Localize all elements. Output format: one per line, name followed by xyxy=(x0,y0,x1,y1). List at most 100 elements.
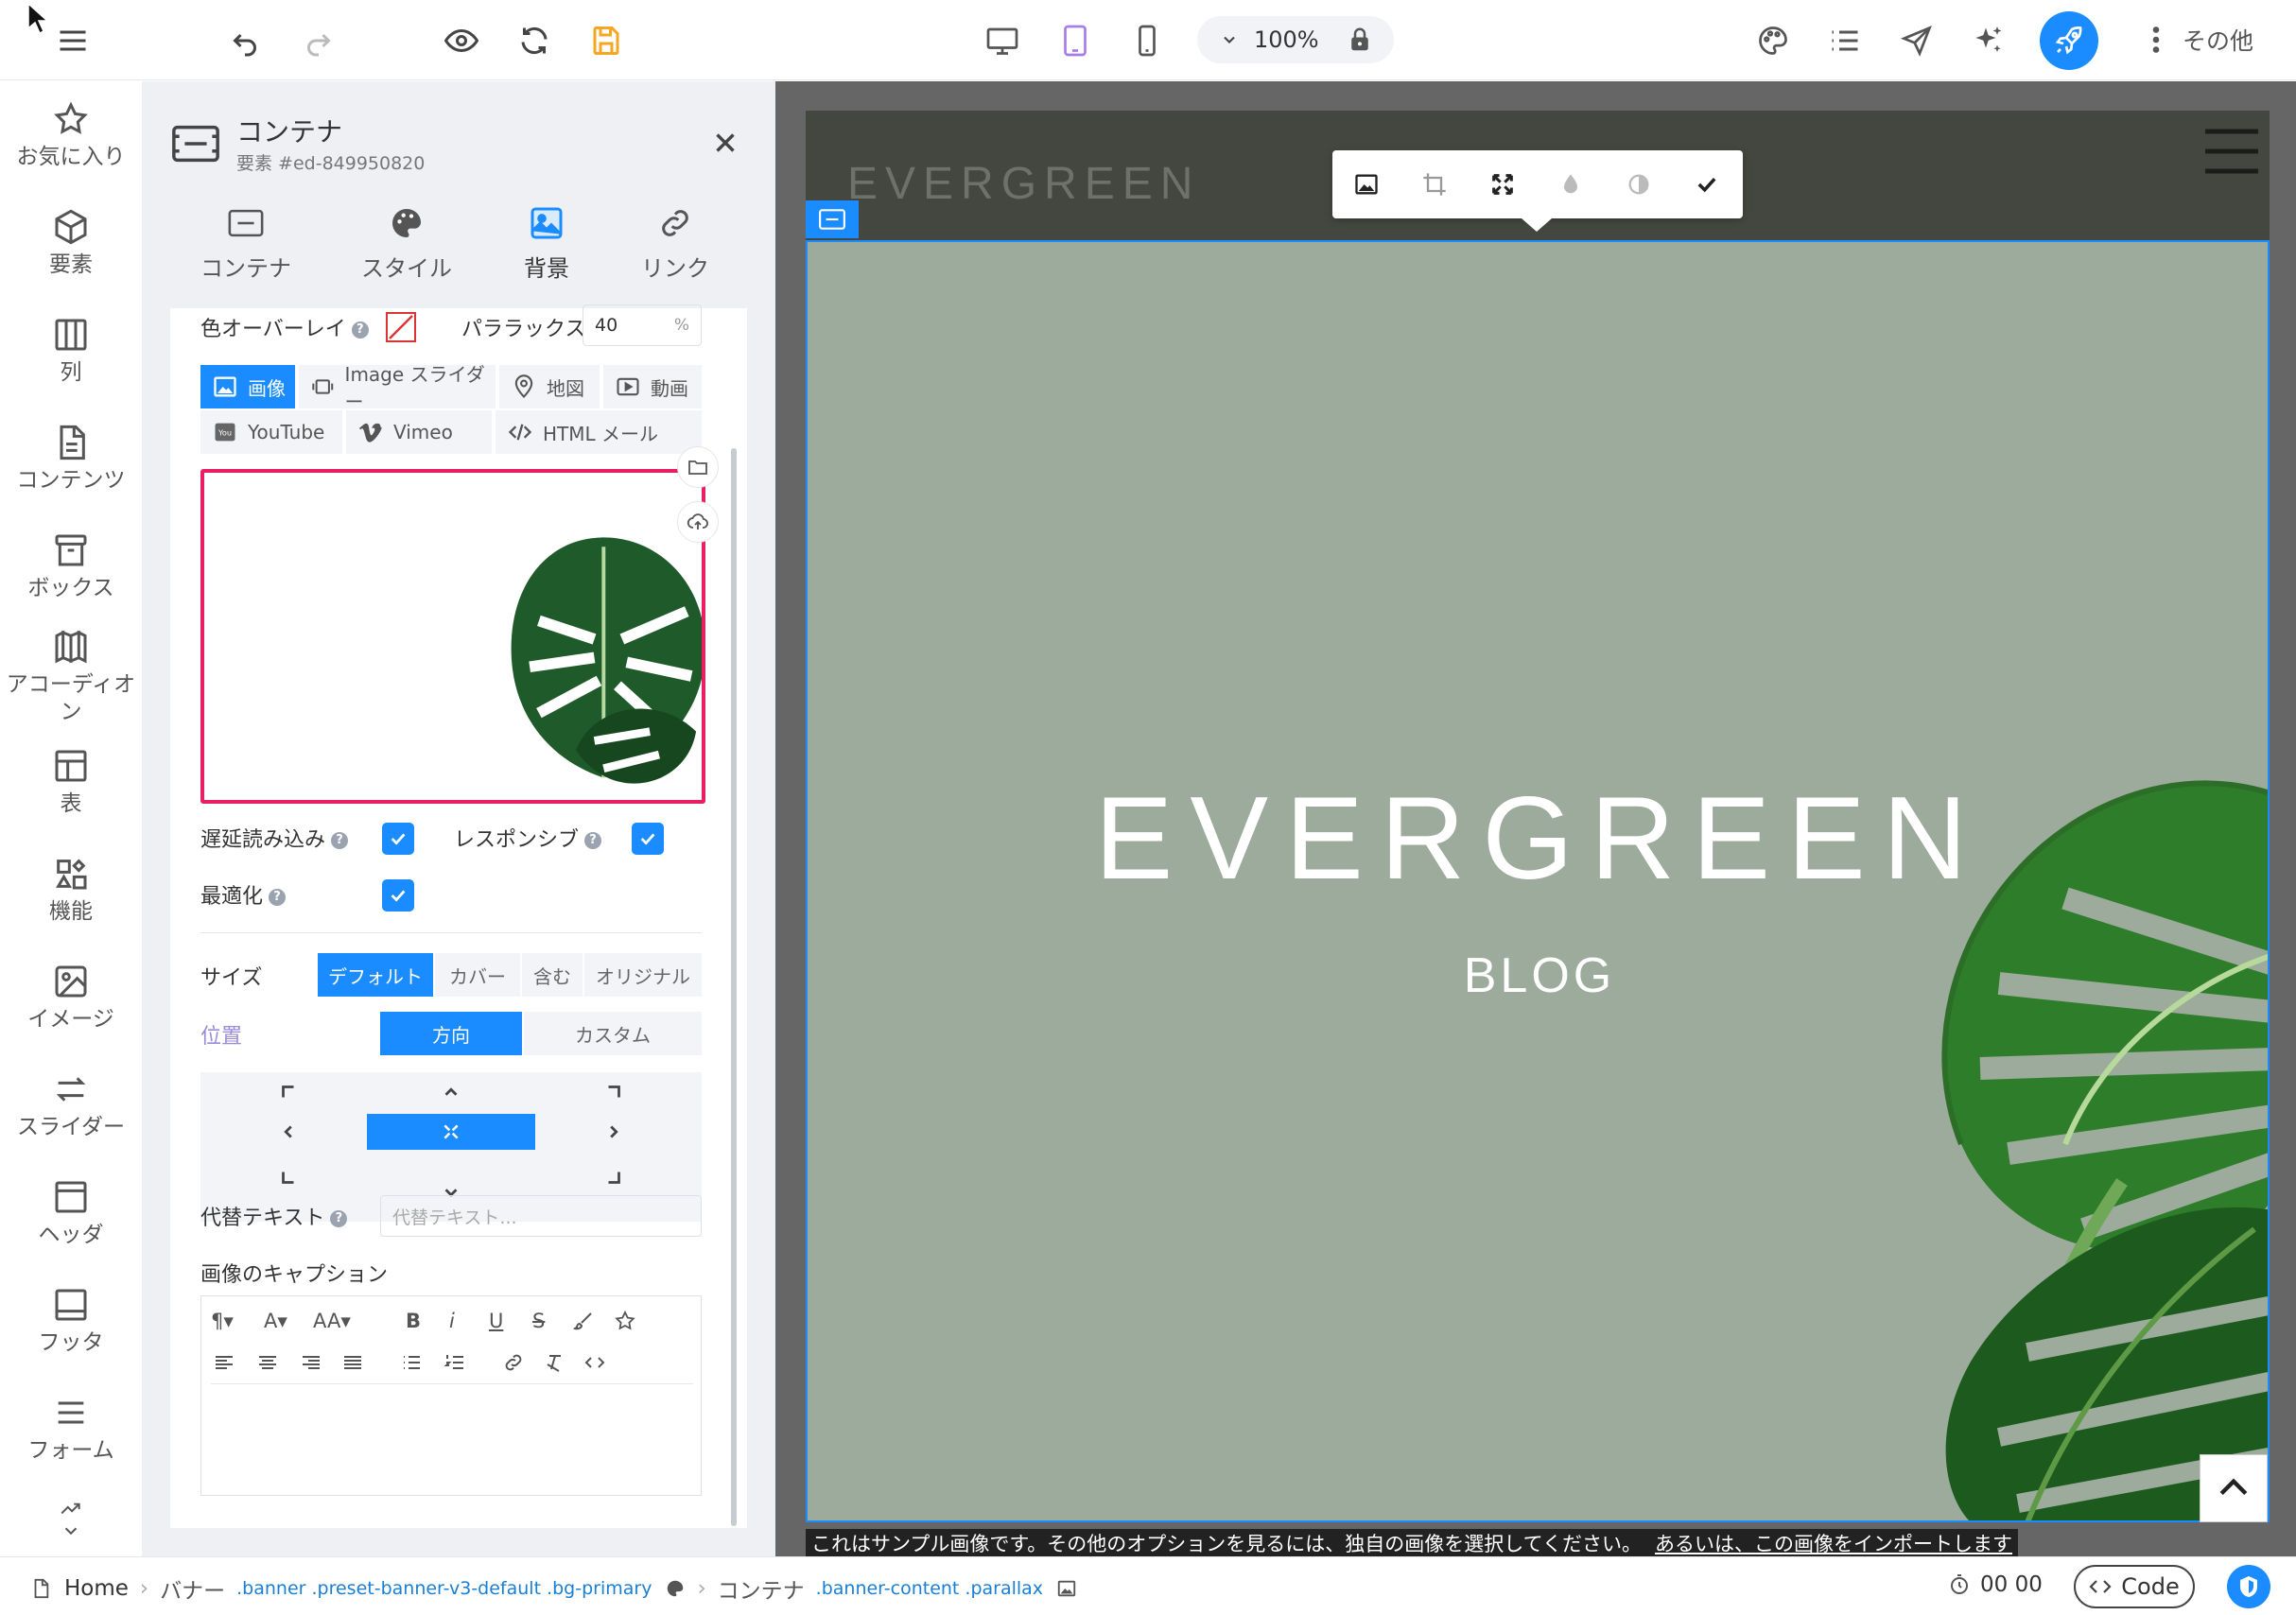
import-image-link[interactable]: あるいは、この画像をインポートします xyxy=(1655,1529,2012,1557)
size-original-option[interactable]: オリジナル xyxy=(584,953,702,997)
source-html-button[interactable]: HTML メール xyxy=(496,410,702,454)
save-icon[interactable] xyxy=(583,17,630,64)
tab-link[interactable]: リンク xyxy=(609,204,741,283)
sidebar-item-table[interactable]: 表 xyxy=(0,747,142,818)
zoom-control[interactable]: 100% xyxy=(1197,16,1394,63)
overlay-color-swatch[interactable] xyxy=(386,312,416,342)
sidebar-item-footer[interactable]: フッタ xyxy=(0,1286,142,1357)
star-icon[interactable] xyxy=(614,1306,636,1336)
folder-button[interactable] xyxy=(677,446,719,488)
sidebar-item-contents[interactable]: コンテンツ xyxy=(0,424,142,495)
mobile-view-icon[interactable] xyxy=(1123,17,1171,64)
lazy-load-checkbox[interactable] xyxy=(382,823,414,855)
tab-container[interactable]: コンテナ xyxy=(180,204,312,283)
refresh-icon[interactable] xyxy=(511,17,558,64)
contrast-icon[interactable] xyxy=(1626,171,1652,198)
desktop-view-icon[interactable] xyxy=(979,17,1026,64)
caption-editor[interactable]: ¶▾ A▾ AA▾ B i U S xyxy=(200,1295,702,1496)
chevron-left-icon[interactable] xyxy=(278,1121,299,1142)
responsive-checkbox[interactable] xyxy=(632,823,664,855)
align-right-icon[interactable] xyxy=(300,1347,322,1378)
source-vimeo-button[interactable]: Vimeo xyxy=(346,410,492,454)
chevron-up-icon[interactable] xyxy=(441,1082,461,1103)
corner-top-right-icon[interactable] xyxy=(603,1082,624,1103)
source-image-slider-button[interactable]: Image スライダー xyxy=(299,363,496,413)
position-direction-option[interactable]: 方向 xyxy=(380,1012,522,1055)
strikethrough-button[interactable]: S xyxy=(532,1306,545,1336)
expand-icon[interactable] xyxy=(1489,171,1516,198)
size-default-option[interactable]: デフォルト xyxy=(318,953,433,997)
more-menu[interactable]: その他 xyxy=(2143,19,2253,61)
tab-style[interactable]: スタイル xyxy=(340,204,473,283)
preview-eye-icon[interactable] xyxy=(438,17,485,64)
source-youtube-button[interactable]: You YouTube xyxy=(200,410,342,454)
redo-icon[interactable] xyxy=(295,17,342,64)
sidebar-item-image[interactable]: イメージ xyxy=(0,963,142,1033)
tab-background[interactable]: 背景 xyxy=(480,204,613,283)
parallax-input[interactable]: 40% xyxy=(583,304,702,346)
selected-container-badge[interactable] xyxy=(806,200,859,238)
menu-icon[interactable] xyxy=(2203,128,2260,175)
upload-button[interactable] xyxy=(677,501,719,543)
scroll-to-top-button[interactable] xyxy=(2200,1454,2268,1522)
position-center-button[interactable] xyxy=(367,1114,535,1150)
sidebar-item-columns[interactable]: 列 xyxy=(0,316,142,387)
check-icon[interactable] xyxy=(1694,171,1720,198)
undo-icon[interactable] xyxy=(221,17,269,64)
corner-top-left-icon[interactable] xyxy=(278,1082,299,1103)
menu-icon[interactable] xyxy=(49,17,96,64)
sidebar-item-favorites[interactable]: お気に入り xyxy=(0,100,142,171)
font-size-button[interactable]: AA▾ xyxy=(313,1306,351,1336)
code-view-button[interactable]: Code xyxy=(2074,1565,2195,1608)
breadcrumb-home[interactable]: Home xyxy=(64,1576,129,1601)
optimize-checkbox[interactable] xyxy=(382,879,414,912)
sidebar-item-elements[interactable]: 要素 xyxy=(0,208,142,279)
sidebar-item-slider[interactable]: スライダー xyxy=(0,1070,142,1141)
background-image-preview[interactable] xyxy=(200,469,705,804)
numbered-list-icon[interactable] xyxy=(444,1347,466,1378)
clear-format-icon[interactable] xyxy=(544,1347,566,1378)
sidebar-item-features[interactable]: 機能 xyxy=(0,855,142,926)
panel-scrollbar[interactable] xyxy=(731,448,737,1526)
sidebar-item-box[interactable]: ボックス xyxy=(0,531,142,602)
palette-icon[interactable] xyxy=(1749,17,1797,64)
size-cover-option[interactable]: カバー xyxy=(435,953,520,997)
corner-bottom-left-icon[interactable] xyxy=(278,1167,299,1188)
bold-button[interactable]: B xyxy=(406,1306,421,1336)
tablet-view-icon[interactable] xyxy=(1052,17,1099,64)
crop-icon[interactable] xyxy=(1421,171,1448,198)
breadcrumb-container[interactable]: コンテナ xyxy=(718,1572,805,1605)
link-icon[interactable] xyxy=(502,1347,525,1378)
brush-icon[interactable] xyxy=(572,1306,595,1336)
breadcrumb-banner[interactable]: バナー xyxy=(160,1572,225,1605)
source-map-button[interactable]: 地図 xyxy=(499,365,600,408)
paragraph-format-button[interactable]: ¶▾ xyxy=(211,1306,234,1336)
sidebar-item-form[interactable]: フォーム xyxy=(0,1394,142,1465)
sidebar-item-header[interactable]: ヘッダ xyxy=(0,1178,142,1249)
corner-bottom-right-icon[interactable] xyxy=(603,1167,624,1188)
align-center-icon[interactable] xyxy=(256,1347,279,1378)
chevron-right-icon[interactable] xyxy=(603,1121,624,1142)
image-icon[interactable] xyxy=(1353,171,1380,198)
align-justify-icon[interactable] xyxy=(341,1347,364,1378)
underline-button[interactable]: U xyxy=(489,1306,503,1336)
publish-rocket-button[interactable] xyxy=(2040,11,2098,70)
sparkles-icon[interactable] xyxy=(1965,17,2012,64)
alt-text-input[interactable]: 代替テキスト... xyxy=(380,1195,702,1237)
italic-button[interactable]: i xyxy=(449,1306,455,1336)
sidebar-scroll-more[interactable] xyxy=(0,1496,142,1541)
position-custom-option[interactable]: カスタム xyxy=(524,1012,702,1055)
source-video-button[interactable]: 動画 xyxy=(603,365,702,408)
source-image-button[interactable]: 画像 xyxy=(200,365,295,408)
security-shield-button[interactable] xyxy=(2227,1565,2270,1608)
bullet-list-icon[interactable] xyxy=(400,1347,423,1378)
size-contain-option[interactable]: 含む xyxy=(522,953,583,997)
banner-container[interactable]: EVERGREEN BLOG xyxy=(806,240,2270,1522)
font-family-button[interactable]: A▾ xyxy=(264,1306,287,1336)
sidebar-item-accordion[interactable]: アコーディオン xyxy=(0,628,142,726)
chevron-down-icon[interactable] xyxy=(1210,30,1248,49)
close-icon[interactable] xyxy=(709,127,741,159)
align-left-icon[interactable] xyxy=(213,1347,235,1378)
code-icon[interactable] xyxy=(583,1347,606,1378)
list-icon[interactable] xyxy=(1821,17,1869,64)
